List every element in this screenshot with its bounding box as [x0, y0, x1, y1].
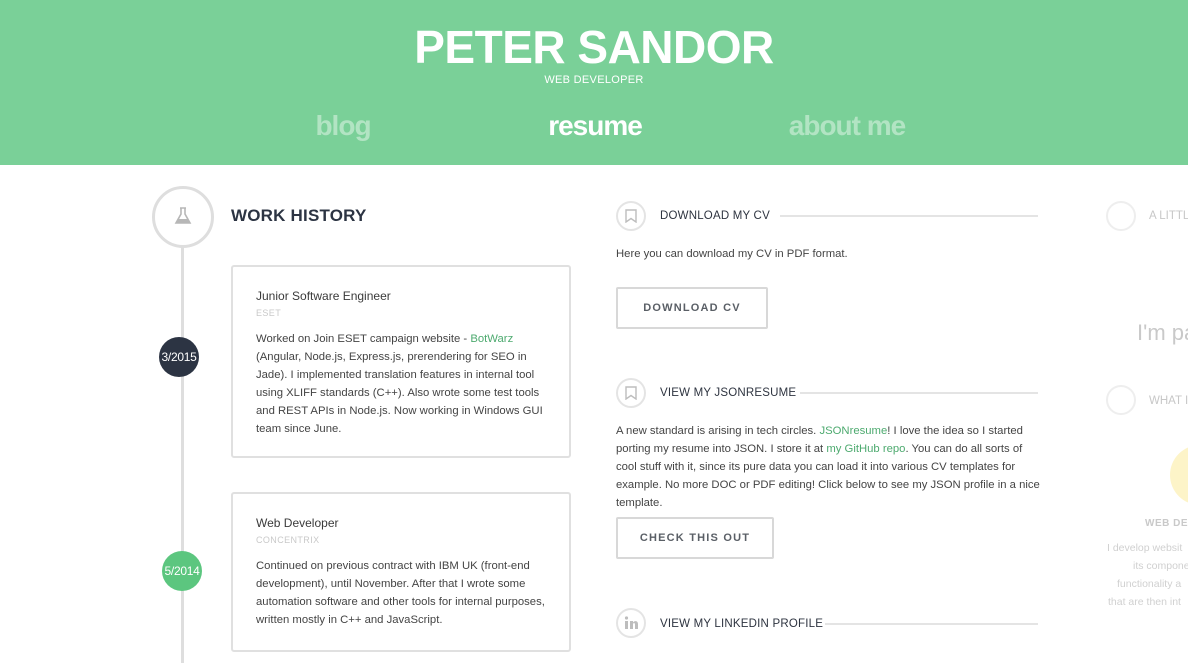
- user-icon: [1106, 201, 1136, 231]
- linkedin-icon: [624, 616, 638, 629]
- botwarz-link[interactable]: BotWarz: [470, 333, 513, 345]
- site-title[interactable]: PETER SANDOR: [0, 20, 1188, 74]
- bookmark-icon: [625, 209, 637, 223]
- skill-title: WEB DE: [1145, 518, 1188, 529]
- download-cv-text: Here you can download my CV in PDF forma…: [616, 248, 848, 260]
- divider: [800, 392, 1038, 394]
- about-big-text: I'm pa: [1137, 320, 1188, 345]
- jsonresume-icon-circle: [616, 378, 646, 408]
- jsonresume-text: A new standard is arising in tech circle…: [616, 425, 1040, 509]
- skill-circle: [1170, 445, 1188, 505]
- work-history-heading: WORK HISTORY: [231, 206, 367, 225]
- about-column: A LITTL I I'm pa WHAT I WEB DE I develop…: [1100, 190, 1188, 650]
- skill-text-line: that are then int: [1108, 596, 1181, 608]
- skill-text-line: functionality a: [1117, 578, 1182, 590]
- job-company: CONCENTRIX: [256, 535, 320, 545]
- what-heading: WHAT I: [1149, 395, 1188, 407]
- about-heading: A LITTL: [1149, 210, 1188, 222]
- divider: [825, 623, 1038, 625]
- job-description: Worked on Join ESET campaign website - B…: [256, 333, 543, 435]
- timeline-line: [181, 243, 184, 663]
- check-this-out-button[interactable]: CHECK THIS OUT: [616, 517, 774, 559]
- job-card: Junior Software Engineer ESET Worked on …: [231, 265, 571, 458]
- site-subtitle: WEB DEVELOPER: [544, 74, 644, 86]
- job-card: Web Developer CONCENTRIX Continued on pr…: [231, 492, 571, 652]
- linkedin-icon-circle: [616, 608, 646, 638]
- skill-text-line: I develop websit: [1107, 542, 1183, 554]
- divider: [780, 215, 1038, 217]
- linkedin-heading: VIEW MY LINKEDIN PROFILE: [660, 618, 824, 630]
- pencil-icon: [1106, 385, 1136, 415]
- job-title: Web Developer: [256, 516, 339, 530]
- work-history-icon-circle: [152, 186, 214, 248]
- download-cv-icon-circle: [616, 201, 646, 231]
- jsonresume-link[interactable]: JSONresume: [819, 425, 887, 437]
- skill-text-line: its component: [1133, 560, 1188, 572]
- flask-icon: [174, 207, 192, 224]
- date-badge: 3/2015: [159, 337, 199, 377]
- job-title: Junior Software Engineer: [256, 289, 391, 303]
- site-header: PETER SANDOR WEB DEVELOPER blog resume a…: [0, 0, 1188, 165]
- nav-resume[interactable]: resume: [548, 110, 643, 142]
- jsonresume-heading: VIEW MY JSONRESUME: [660, 387, 797, 399]
- github-repo-link[interactable]: my GitHub repo: [826, 443, 905, 455]
- nav-blog[interactable]: blog: [315, 110, 371, 142]
- job-company: ESET: [256, 308, 282, 318]
- job-description: Continued on previous contract with IBM …: [256, 560, 545, 626]
- download-cv-heading: DOWNLOAD MY CV: [660, 210, 770, 222]
- bookmark-icon: [625, 386, 637, 400]
- nav-about-me[interactable]: about me: [789, 110, 906, 142]
- date-badge: 5/2014: [162, 551, 202, 591]
- download-cv-button[interactable]: DOWNLOAD CV: [616, 287, 768, 329]
